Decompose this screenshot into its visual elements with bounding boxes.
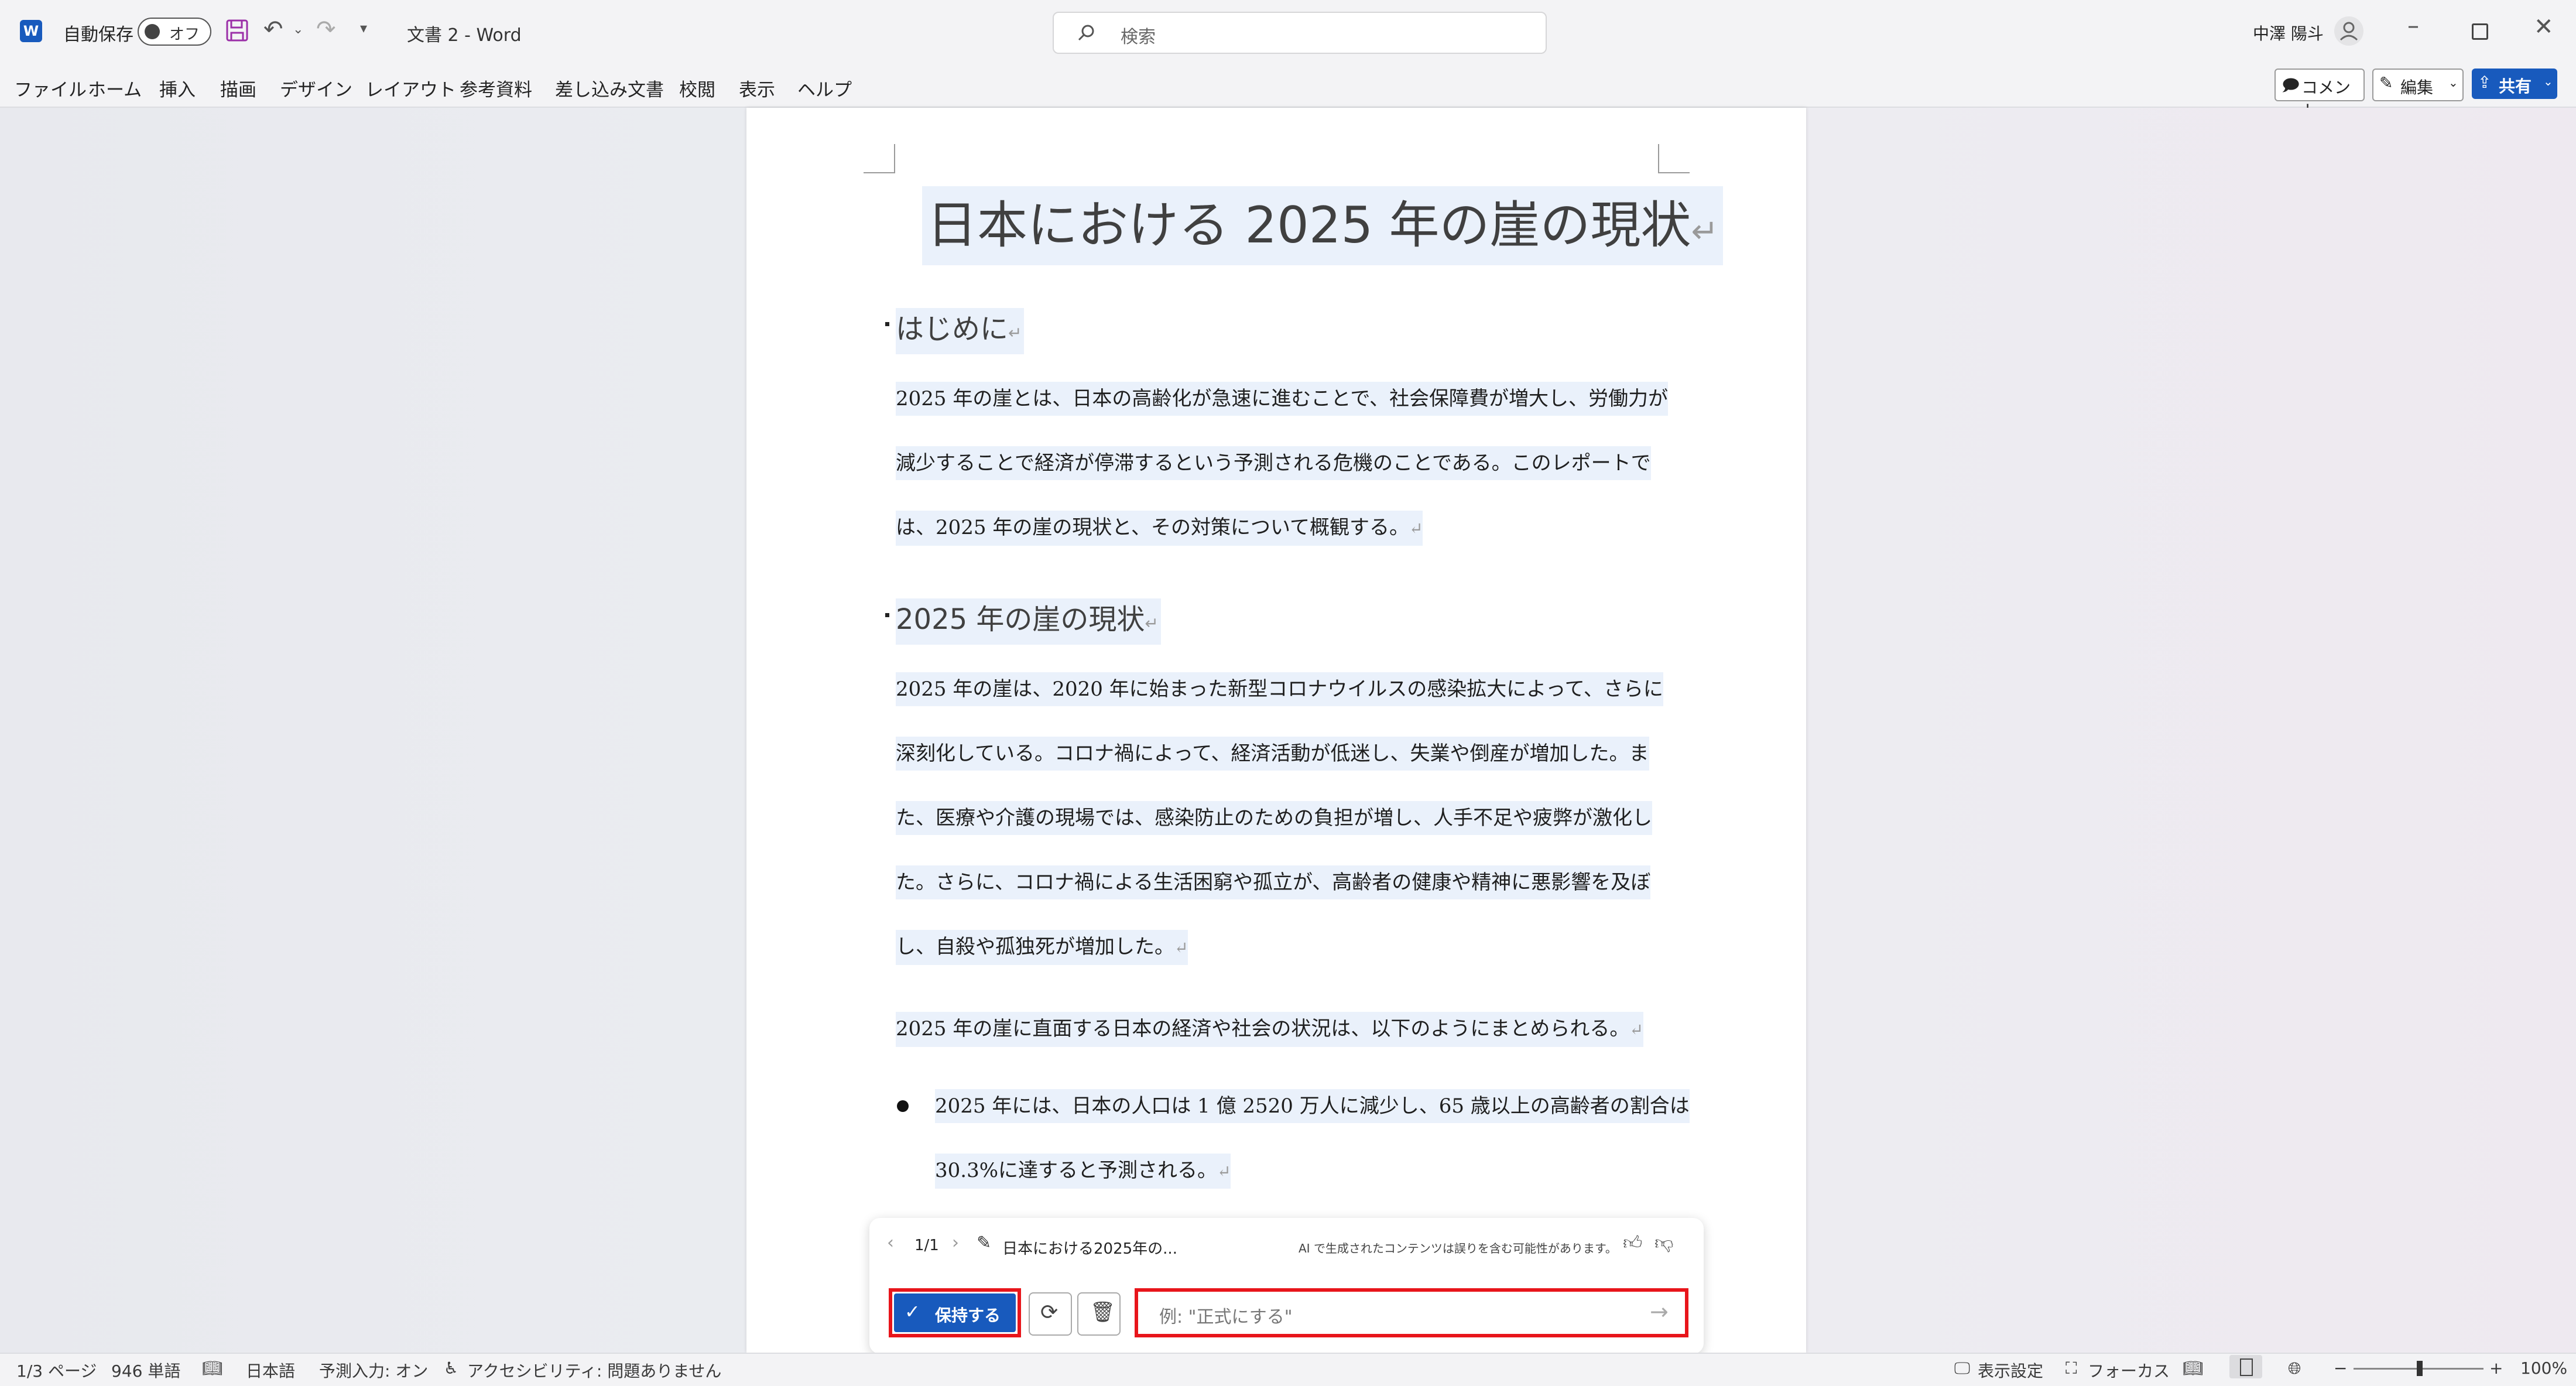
heading-marker <box>885 322 889 326</box>
section-heading: 2025 年の崖の現状↵ <box>896 598 1161 645</box>
proofing-icon[interactable]: 📖︎ <box>202 1358 223 1378</box>
edit-label: 編集 <box>2400 78 2434 97</box>
language-indicator[interactable]: 日本語 <box>246 1358 295 1382</box>
chevron-right-icon[interactable]: › <box>952 1234 959 1252</box>
tab-draw[interactable]: 描画 <box>220 75 256 101</box>
minimize-icon[interactable]: – <box>2407 14 2419 37</box>
regenerate-button[interactable]: ⟳ <box>1029 1292 1072 1336</box>
paragraph-line: 2025 年の崖は、2020 年に始まった新型コロナウイルスの感染拡大によって、… <box>896 672 1663 706</box>
chevron-left-icon[interactable]: ‹ <box>887 1234 894 1252</box>
paragraph-line: 減少することで経済が停滞するという予測される危機のことである。このレポートで <box>896 446 1651 480</box>
prompt-placeholder: 例: "正式にする" <box>1159 1307 1293 1327</box>
tab-insert[interactable]: 挿入 <box>159 75 196 101</box>
ai-disclaimer: AI で生成されたコンテンツは誤りを含む可能性があります。 <box>1299 1241 1617 1255</box>
search-icon <box>1078 25 1094 41</box>
section-heading: はじめに↵ <box>896 308 1025 354</box>
tab-layout[interactable]: レイアウト <box>365 75 456 101</box>
paragraph-line: 2025 年の崖に直面する日本の経済や社会の状況は、以下のようにまとめられる。↵ <box>896 1012 1643 1047</box>
comment-button[interactable]: 🗩 コメント <box>2274 69 2365 121</box>
display-settings[interactable]: 表示設定 <box>1978 1358 2043 1382</box>
paragraph-line: た。さらに、コロナ禍による生活困窮や孤立が、高齢者の健康や精神に悪影響を及ぼ <box>896 865 1651 899</box>
list-item-line: 30.3%に達すると予測される。↵ <box>935 1154 1231 1189</box>
tab-help[interactable]: ヘルプ <box>797 75 852 101</box>
pen-icon: ✎ <box>977 1233 992 1253</box>
tab-references[interactable]: 参考資料 <box>460 75 532 101</box>
trash-icon: 🗑︎ <box>1090 1301 1116 1324</box>
tab-view[interactable]: 表示 <box>739 75 775 101</box>
quick-access-customize-icon[interactable]: ▾ <box>360 21 367 35</box>
tab-review[interactable]: 校閲 <box>679 75 715 101</box>
paragraph-line: 深刻化している。コロナ禍によって、経済活動が低迷し、失業や倒産が増加した。ま <box>896 737 1649 771</box>
document-heading: 日本における 2025 年の崖の現状↵ <box>922 186 1724 265</box>
tab-file[interactable]: ファイル <box>14 75 87 101</box>
print-layout-icon[interactable] <box>2229 1355 2262 1378</box>
tab-design[interactable]: デザイン <box>280 75 352 101</box>
share-button[interactable]: ⇪ 共有 ⌄ <box>2472 69 2557 99</box>
draft-title: 日本における2025年の... <box>1002 1240 1177 1258</box>
tab-mailings[interactable]: 差し込み文書 <box>555 75 664 101</box>
save-icon[interactable] <box>225 19 249 42</box>
check-icon: ✓ <box>905 1301 920 1323</box>
heading-marker <box>885 613 889 617</box>
zoom-out-icon[interactable]: − <box>2334 1358 2347 1378</box>
keep-label: 保持する <box>935 1306 1001 1325</box>
edit-mode-button[interactable]: ✎ 編集 ⌄ <box>2372 69 2464 101</box>
web-layout-icon[interactable]: 🌐︎ <box>2288 1358 2301 1378</box>
user-name[interactable]: 中澤 陽斗 <box>2253 21 2324 45</box>
chevron-down-icon: ⌄ <box>2448 76 2458 90</box>
redo-icon[interactable]: ↷ <box>316 18 336 41</box>
zoom-slider[interactable] <box>2354 1361 2483 1376</box>
keep-button[interactable]: ✓ 保持する <box>894 1293 1016 1332</box>
refresh-icon: ⟳ <box>1040 1301 1059 1325</box>
paragraph-line: た、医療や介護の現場では、感染防止のための負担が増し、人手不足や疲弊が激化し <box>896 801 1652 835</box>
paragraph-line: 2025 年の崖とは、日本の高齢化が急速に進むことで、社会保障費が増大し、労働力… <box>896 382 1668 416</box>
accessibility-status[interactable]: アクセシビリティ: 問題ありません <box>467 1358 721 1382</box>
close-icon[interactable]: ✕ <box>2534 15 2554 39</box>
document-title: 文書 2 - Word <box>407 25 522 46</box>
autosave-label: 自動保存 <box>63 25 133 45</box>
thumbs-down-icon[interactable]: 👎︎ <box>1654 1233 1673 1252</box>
zoom-in-icon[interactable]: + <box>2489 1358 2503 1378</box>
undo-icon[interactable]: ↶ <box>263 18 283 41</box>
search-box[interactable]: 検索 <box>1053 12 1547 54</box>
zoom-level[interactable]: 100% <box>2520 1358 2567 1378</box>
search-placeholder: 検索 <box>1121 27 1156 47</box>
comment-icon: 🗩 <box>2282 76 2300 95</box>
document-page[interactable] <box>746 108 1806 1353</box>
avatar-icon[interactable] <box>2333 15 2365 47</box>
read-mode-icon[interactable]: 📖︎ <box>2183 1358 2204 1378</box>
thumbs-up-icon[interactable]: 👍︎ <box>1623 1233 1642 1252</box>
draft-pager: 1/1 <box>914 1237 939 1254</box>
chevron-down-icon: ⌄ <box>2543 74 2553 88</box>
pen-icon: ✎ <box>2379 73 2393 93</box>
share-label: 共有 <box>2499 77 2532 96</box>
bullet-dot <box>897 1100 909 1112</box>
accessibility-icon: ♿︎ <box>444 1358 459 1378</box>
list-item-line: 2025 年には、日本の人口は 1 億 2520 万人に減少し、65 歳以上の高… <box>935 1089 1690 1123</box>
zoom-slider-thumb[interactable] <box>2417 1361 2423 1376</box>
focus-icon: ⛶ <box>2065 1358 2077 1378</box>
discard-button[interactable]: 🗑︎ <box>1077 1292 1121 1336</box>
undo-dropdown-icon[interactable]: ⌄ <box>293 23 303 36</box>
focus-mode[interactable]: フォーカス <box>2088 1358 2170 1382</box>
text-prediction[interactable]: 予測入力: オン <box>319 1358 428 1382</box>
autosave-toggle[interactable]: オフ <box>138 18 211 46</box>
restore-icon[interactable] <box>2472 23 2488 40</box>
paragraph-line: し、自殺や孤独死が増加した。↵ <box>896 930 1188 965</box>
word-count[interactable]: 946 単語 <box>111 1358 180 1382</box>
prompt-input[interactable]: 例: "正式にする" → <box>1140 1294 1683 1332</box>
autosave-state: オフ <box>169 26 200 43</box>
word-logo-icon: W <box>20 20 42 42</box>
crop-mark <box>1658 144 1690 173</box>
paragraph-line: は、2025 年の崖の現状と、その対策について概観する。↵ <box>896 511 1423 546</box>
send-arrow-icon[interactable]: → <box>1650 1299 1669 1325</box>
page-count[interactable]: 1/3 ページ <box>16 1358 97 1382</box>
share-icon: ⇪ <box>2478 73 2492 92</box>
tab-home[interactable]: ホーム <box>88 75 142 101</box>
crop-mark <box>864 144 895 173</box>
display-settings-icon: 🖵︎ <box>1954 1358 1970 1378</box>
toggle-knob <box>145 24 160 39</box>
